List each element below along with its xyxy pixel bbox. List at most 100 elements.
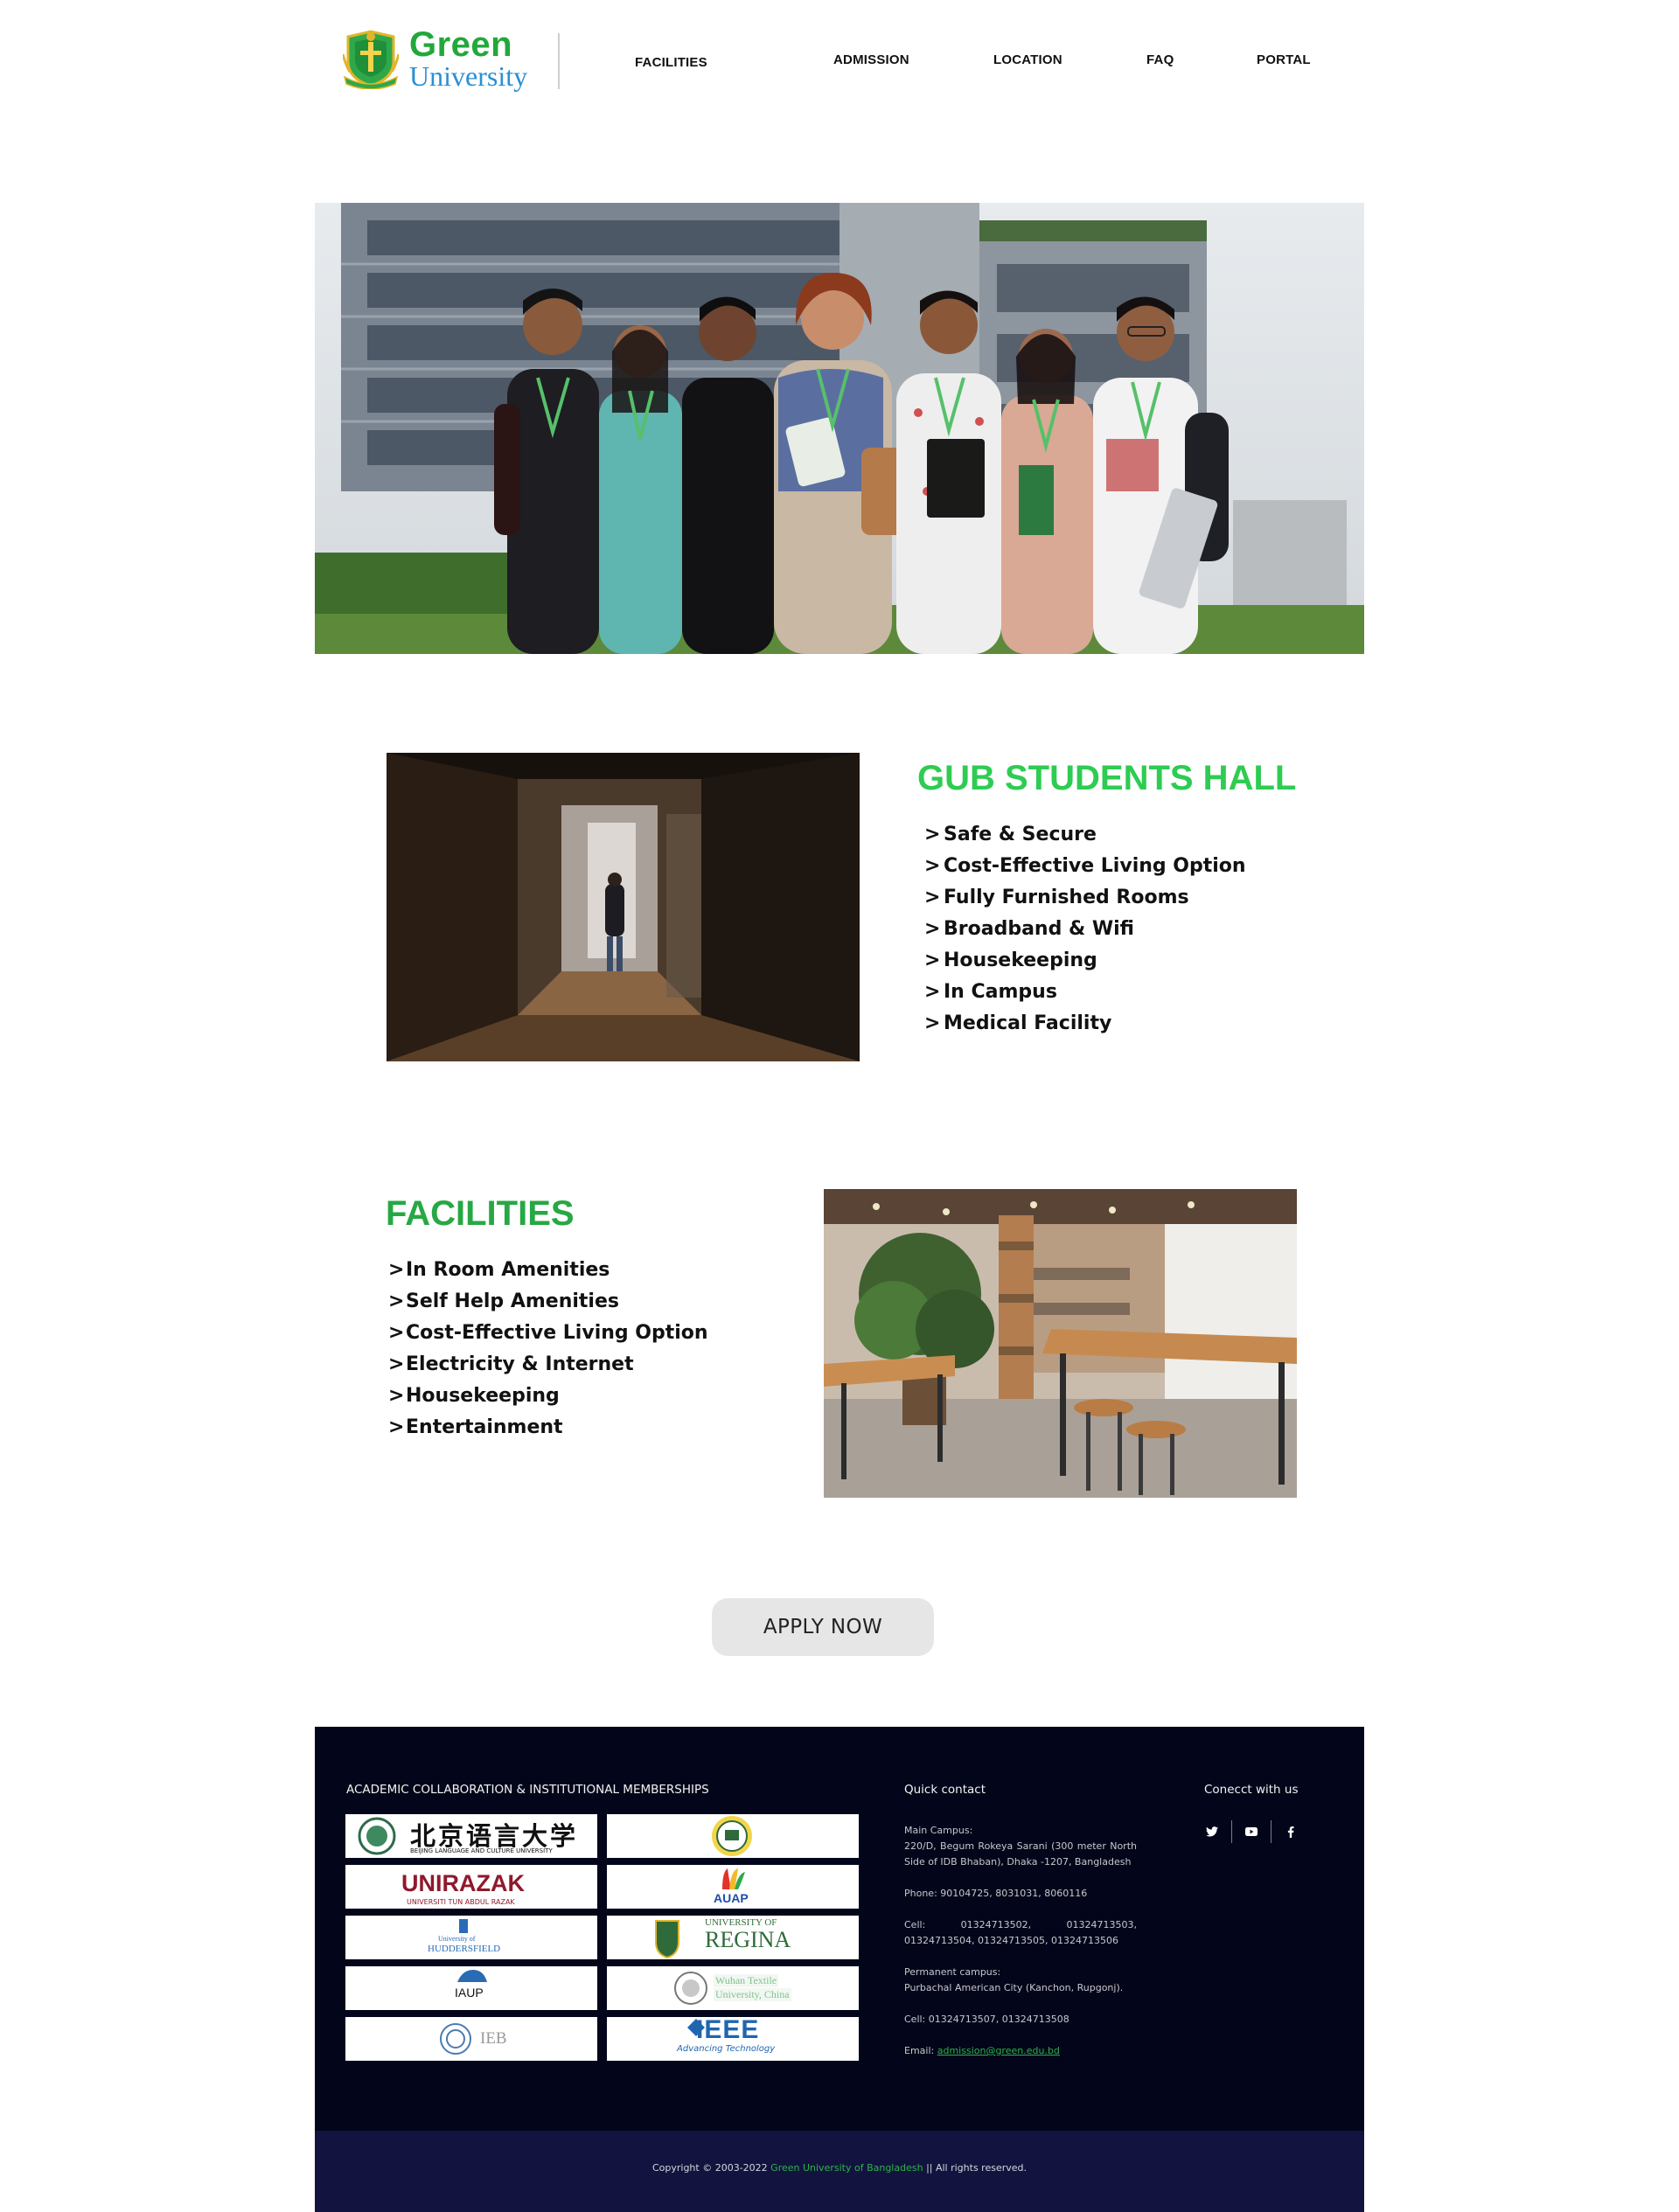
feature-label: Entertainment	[406, 1416, 563, 1438]
cafe-photo	[824, 1189, 1297, 1498]
quick-contact-heading: Quick contact	[904, 1783, 986, 1797]
main-campus-label: Main Campus:	[904, 1825, 973, 1836]
feature-label: Housekeeping	[406, 1385, 560, 1407]
nav-faq[interactable]: FAQ	[1146, 52, 1174, 67]
ieee-tagline: Advancing Technology	[677, 2044, 776, 2054]
list-item: >Entertainment	[388, 1412, 708, 1443]
phone-numbers: Phone: 90104725, 8031031, 8060116	[904, 1888, 1088, 1899]
copyright-suffix: || All rights reserved.	[926, 2162, 1028, 2174]
chevron-right-icon: >	[388, 1353, 405, 1375]
wuhan-textile-logo[interactable]: Wuhan Textile University, China	[607, 1966, 859, 2010]
unirazak-logo[interactable]: UNIRAZAK UNIVERSITI TUN ABDUL RAZAK	[345, 1865, 597, 1909]
apply-now-button[interactable]: APPLY NOW	[712, 1598, 934, 1656]
iaup-logo[interactable]: IAUP	[345, 1966, 597, 2010]
list-item: >Electricity & Internet	[388, 1349, 708, 1381]
copyright-org-link[interactable]: Green University of Bangladesh	[770, 2162, 923, 2174]
auap-name: AUAP	[714, 1891, 749, 1905]
chevron-right-icon: >	[388, 1290, 405, 1312]
cell-numbers: Cell: 01324713502, 01324713503, 01324713…	[904, 1919, 1137, 1946]
wuhan-line2: University, China	[714, 1988, 791, 2001]
social-divider	[1231, 1820, 1232, 1843]
regina-logo[interactable]: UNIVERSITY OF REGINA	[607, 1916, 859, 1959]
huddersfield-line1: University of	[438, 1935, 476, 1943]
logo-name-green: Green	[409, 25, 513, 64]
list-item: >Self Help Amenities	[388, 1286, 708, 1318]
list-item: >Cost-Effective Living Option	[388, 1318, 708, 1349]
chevron-right-icon: >	[388, 1259, 405, 1281]
auap-logo[interactable]: AUAP	[607, 1865, 859, 1909]
facebook-icon[interactable]	[1280, 1821, 1301, 1842]
list-item: > Safe & Secure	[924, 819, 1246, 851]
chevron-right-icon: >	[924, 949, 941, 971]
feature-label: Housekeeping	[944, 949, 1097, 971]
copyright-prefix: Copyright © 2003-2022	[651, 2162, 768, 2174]
email-label: Email:	[904, 2045, 935, 2056]
connect-heading: Conecct with us	[1204, 1783, 1299, 1797]
unirazak-name: UNIRAZAK	[401, 1870, 525, 1896]
feature-label: Broadband & Wifi	[944, 918, 1134, 940]
feature-label: Self Help Amenities	[406, 1290, 619, 1312]
list-item: >In Room Amenities	[388, 1255, 708, 1286]
university-seal-icon	[712, 1816, 752, 1856]
chevron-right-icon: >	[388, 1322, 405, 1344]
wuhan-line1: Wuhan Textile	[714, 1974, 779, 1987]
students-campus-photo	[315, 203, 1364, 654]
chevron-right-icon: >	[388, 1385, 405, 1407]
logo-name-university: University	[409, 60, 528, 92]
list-item: >Housekeeping	[924, 945, 1246, 977]
feature-label: In Room Amenities	[406, 1259, 610, 1281]
huddersfield-line2: HUDDERSFIELD	[428, 1944, 501, 1954]
facilities-title: FACILITIES	[386, 1194, 575, 1233]
feature-label: In Campus	[944, 981, 1057, 1003]
facilities-feature-list: >In Room Amenities >Self Help Amenities …	[388, 1255, 708, 1443]
list-item: >Cost-Effective Living Option	[924, 851, 1246, 882]
ieee-logo[interactable]: IEEE Advancing Technology	[607, 2017, 859, 2061]
chevron-right-icon: >	[924, 981, 941, 1003]
unirazak-subtitle: UNIVERSITI TUN ABDUL RAZAK	[407, 1898, 515, 1906]
ieee-name: IEEE	[696, 2017, 760, 2044]
chevron-right-icon: >	[924, 887, 941, 908]
list-item: > Broadband & Wifi	[924, 914, 1246, 945]
hall-feature-list: > Safe & Secure > Cost-Effective Living Op…	[924, 819, 1246, 1040]
email-link[interactable]: admission@green.edu.bd	[937, 2045, 1060, 2056]
ieb-emblem-icon	[440, 2023, 471, 2055]
corridor-photo	[387, 753, 860, 1061]
chevron-right-icon: >	[388, 1416, 405, 1438]
copyright-text: Copyright © 2003-2022 Green University o…	[315, 2162, 1364, 2174]
nav-facilities[interactable]: FACILITIES	[635, 55, 707, 70]
facilities-cafe-image	[824, 1189, 1297, 1498]
chevron-right-icon: >	[924, 824, 941, 845]
chevron-right-icon: >	[924, 1012, 941, 1034]
permanent-campus-label: Permanent campus:	[904, 1966, 1001, 1978]
huddersfield-logo[interactable]: University of HUDDERSFIELD	[345, 1916, 597, 1959]
ieb-logo[interactable]: IEB	[345, 2017, 597, 2061]
iaup-name: IAUP	[455, 1986, 484, 2000]
social-links	[1202, 1820, 1301, 1843]
hero-image	[315, 203, 1364, 654]
university-logo[interactable]: Green University	[343, 26, 537, 91]
feature-label: Fully Furnished Rooms	[944, 887, 1189, 908]
chevron-right-icon: >	[924, 855, 941, 877]
site-header: Green University FACILITIES ADMISSION LO…	[0, 0, 1679, 122]
permanent-campus-address: Purbachal American City (Kanchon, Rupgon…	[904, 1982, 1124, 1993]
nav-portal[interactable]: PORTAL	[1257, 52, 1311, 67]
chevron-right-icon: >	[924, 918, 941, 940]
list-item: > Medical Facility	[924, 1008, 1246, 1040]
hall-title: GUB STUDENTS HALL	[917, 759, 1297, 797]
cell-numbers-2: Cell: 01324713507, 01324713508	[904, 2014, 1069, 2025]
header-divider	[558, 33, 560, 89]
nav-admission[interactable]: ADMISSION	[833, 52, 909, 67]
blcu-english-name: BEIJING LANGUAGE AND CULTURE UNIVERSITY	[410, 1847, 553, 1854]
university-crest-icon	[343, 30, 399, 89]
regina-line2: REGINA	[705, 1927, 791, 1952]
hall-corridor-image	[387, 753, 860, 1061]
memberships-heading: ACADEMIC COLLABORATION & INSTITUTIONAL M…	[346, 1783, 709, 1797]
list-item: >Housekeeping	[388, 1381, 708, 1412]
feature-label: Cost-Effective Living Option	[406, 1322, 708, 1344]
youtube-icon[interactable]	[1241, 1821, 1262, 1842]
twitter-icon[interactable]	[1202, 1821, 1223, 1842]
blcu-logo[interactable]: 北京语言大学 BEIJING LANGUAGE AND CULTURE UNIV…	[345, 1814, 597, 1858]
nav-location[interactable]: LOCATION	[993, 52, 1062, 67]
list-item: > Fully Furnished Rooms	[924, 882, 1246, 914]
bangladesh-university-seal-logo[interactable]	[607, 1814, 859, 1858]
